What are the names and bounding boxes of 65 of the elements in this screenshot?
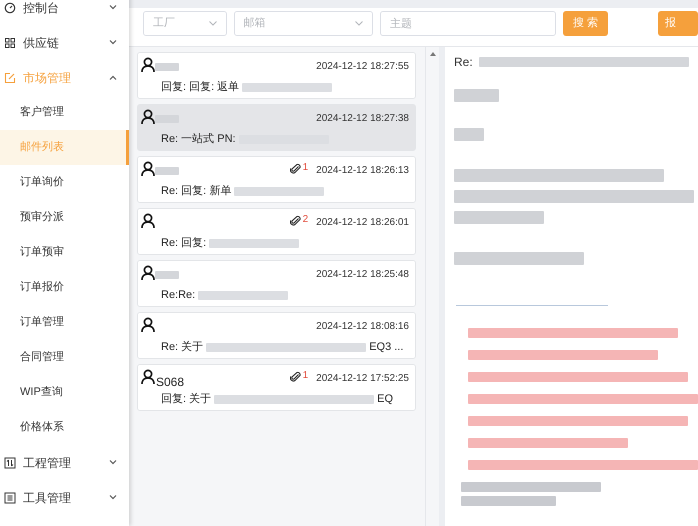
email-subject-ending: EQ3 ...: [369, 340, 404, 355]
person-icon: [141, 109, 155, 125]
detail-subject: Re:: [454, 54, 473, 71]
email-timestamp: 2024-12-12 18:27:55: [316, 60, 409, 74]
chevron-down-icon: [109, 460, 117, 465]
sender-name: S068: [156, 374, 184, 391]
email-subject: Re: 回复: 新单: [161, 184, 232, 199]
person-icon: [141, 317, 155, 333]
person-icon: [141, 265, 155, 281]
email-subject: Re: 回复:: [161, 236, 206, 251]
edit-icon: [4, 72, 16, 84]
attachment-count: 2: [302, 213, 308, 227]
attachment-count: 1: [302, 161, 308, 175]
chevron-up-icon: [109, 75, 117, 80]
chevron-down-icon: [208, 21, 217, 26]
scroll-up-arrow-icon[interactable]: [430, 52, 436, 56]
email-card[interactable]: S068 1 2024-12-12 17:52:25 回复: 关于 EQ: [137, 364, 416, 411]
submenu-item[interactable]: WIP查询: [0, 375, 129, 410]
sidebar-menu-item[interactable]: 控制台: [0, 0, 129, 25]
chevron-down-icon: [109, 5, 117, 10]
email-card[interactable]: 2024-12-12 18:27:38 Re: 一站式 PN:: [137, 104, 416, 151]
email-card[interactable]: 1 2024-12-12 18:26:13 Re: 回复: 新单: [137, 156, 416, 203]
email-subject: 回复: 回复: 返单: [161, 80, 240, 95]
email-timestamp: 2024-12-12 17:52:25: [316, 372, 409, 386]
email-timestamp: 2024-12-12 18:08:16: [316, 320, 409, 334]
submenu-item[interactable]: 订单报价: [0, 270, 129, 305]
email-timestamp: 2024-12-12 18:26:01: [316, 216, 409, 230]
sidebar-menu-item[interactable]: 工具管理: [0, 480, 129, 515]
gauge-icon: [4, 2, 16, 14]
submenu-item[interactable]: 客户管理: [0, 95, 129, 130]
sidebar-menu-item[interactable]: 工程管理: [0, 445, 129, 480]
submenu-item[interactable]: 预审分派: [0, 200, 129, 235]
email-subject: Re: 一站式 PN:: [161, 132, 236, 147]
grid-icon: [4, 36, 16, 48]
submenu-item[interactable]: 订单预审: [0, 235, 129, 270]
email-timestamp: 2024-12-12 18:25:48: [316, 268, 409, 282]
chevron-down-icon: [354, 21, 363, 26]
chevron-down-icon: [109, 495, 117, 500]
paperclip-icon: [290, 371, 301, 382]
email-subject: Re:Re:: [161, 288, 196, 303]
paperclip-icon: [290, 163, 301, 174]
sidebar-menu-item[interactable]: 供应链: [0, 25, 129, 60]
person-icon: [141, 369, 155, 385]
chevron-down-icon: [109, 40, 117, 45]
person-icon: [141, 213, 155, 229]
email-timestamp: 2024-12-12 18:26:13: [316, 164, 409, 178]
email-card[interactable]: 2024-12-12 18:27:55 回复: 回复: 返单: [137, 52, 416, 99]
submenu-item[interactable]: 合同管理: [0, 340, 129, 375]
paperclip-icon: [290, 215, 301, 226]
person-icon: [141, 161, 155, 177]
document-icon: [4, 492, 16, 504]
attachment-count: 1: [302, 369, 308, 383]
email-subject: 回复: 关于: [161, 392, 212, 407]
email-subject-ending: EQ: [377, 392, 394, 407]
submenu-item[interactable]: 订单管理: [0, 305, 129, 340]
person-icon: [141, 57, 155, 73]
email-card[interactable]: 2024-12-12 18:08:16 Re: 关于 EQ3 ...: [137, 312, 416, 359]
swap-icon: [4, 456, 16, 468]
subject-input[interactable]: 主题: [380, 11, 556, 36]
email-timestamp: 2024-12-12 18:27:38: [316, 112, 409, 126]
submenu-item[interactable]: 价格体系: [0, 410, 129, 445]
submenu-item[interactable]: 订单询价: [0, 165, 129, 200]
email-card[interactable]: 2024-12-12 18:25:48 Re:Re:: [137, 260, 416, 307]
email-subject: Re: 关于: [161, 340, 204, 355]
email-card[interactable]: 2 2024-12-12 18:26:01 Re: 回复:: [137, 208, 416, 255]
